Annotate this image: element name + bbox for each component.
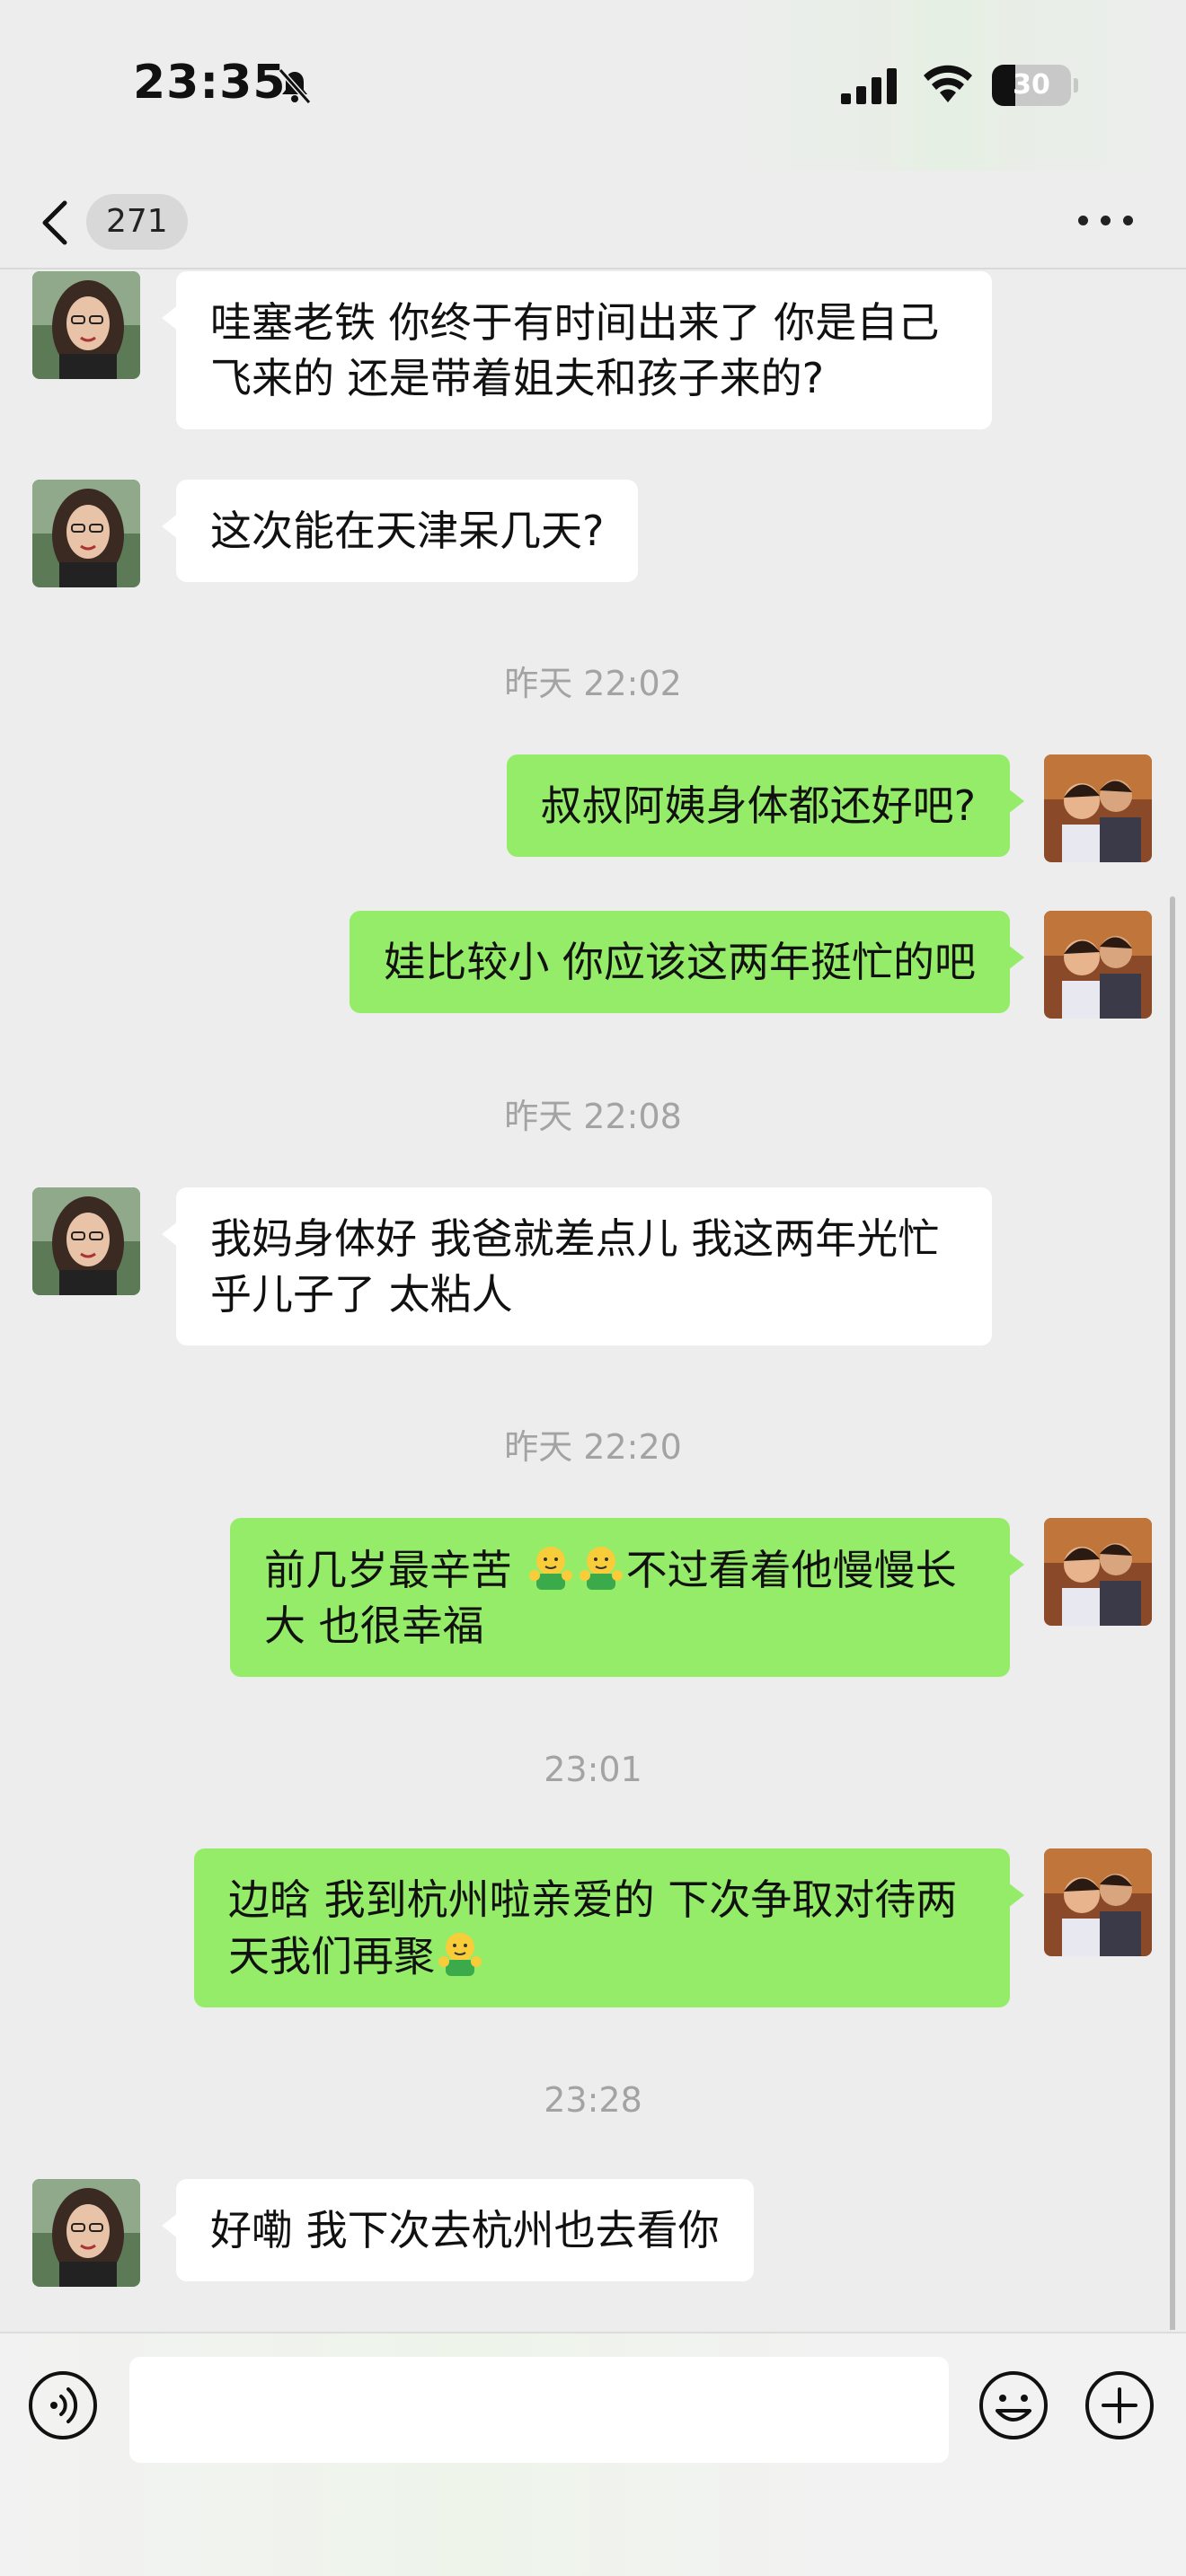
incoming-message[interactable]: 这次能在天津呆几天? bbox=[161, 480, 639, 582]
my-avatar[interactable] bbox=[1044, 754, 1152, 862]
hug-emoji-icon bbox=[579, 1547, 623, 1590]
contact-avatar[interactable] bbox=[32, 271, 140, 379]
my-avatar[interactable] bbox=[1044, 1518, 1152, 1626]
outgoing-message[interactable]: 叔叔阿姨身体都还好吧? bbox=[506, 754, 1025, 857]
hug-emoji-icon bbox=[438, 1933, 482, 1976]
timestamp: 昨天 22:20 bbox=[504, 1427, 682, 1467]
incoming-message[interactable]: 好嘞 我下次去杭州也去看你 bbox=[162, 2179, 754, 2281]
status-bar: 23:35 30 bbox=[0, 0, 1186, 171]
more-options-button[interactable] bbox=[1075, 203, 1137, 239]
chat-header: 271 bbox=[0, 171, 1186, 269]
contact-avatar[interactable] bbox=[32, 1187, 140, 1295]
message-list[interactable]: 哇塞老铁 你终于有时间出来了 你是自己飞来的 还是带着姐夫和孩子来的? 这次能在… bbox=[0, 271, 1186, 2330]
message-text: 前几岁最辛苦 bbox=[264, 1546, 526, 1594]
battery-level-text: 30 bbox=[1013, 69, 1050, 101]
back-button[interactable]: 271 bbox=[34, 187, 188, 255]
ellipsis-icon bbox=[1078, 216, 1088, 225]
outgoing-message[interactable]: 前几岁最辛苦 不过看着他慢慢长大 也很幸福 bbox=[230, 1518, 1024, 1677]
timestamp: 昨天 22:08 bbox=[504, 1097, 682, 1136]
wifi-icon bbox=[924, 65, 972, 102]
outgoing-message[interactable]: 娃比较小 你应该这两年挺忙的吧 bbox=[350, 911, 1024, 1013]
message-input[interactable] bbox=[129, 2357, 949, 2463]
outgoing-message[interactable]: 边晗 我到杭州啦亲爱的 下次争取对待两天我们再聚 bbox=[194, 1848, 1024, 2007]
incoming-message[interactable]: 哇塞老铁 你终于有时间出来了 你是自己飞来的 还是带着姐夫和孩子来的? bbox=[162, 271, 992, 429]
emoji-icon[interactable] bbox=[978, 2369, 1049, 2441]
chevron-left-icon bbox=[42, 200, 67, 245]
bell-muted-icon bbox=[278, 68, 312, 104]
input-bar bbox=[0, 2332, 1186, 2576]
timestamp: 23:28 bbox=[544, 2080, 642, 2120]
unread-count-badge: 271 bbox=[86, 194, 188, 250]
battery-icon: 30 bbox=[992, 65, 1078, 106]
plus-icon[interactable] bbox=[1084, 2369, 1155, 2441]
status-time: 23:35 bbox=[133, 56, 287, 110]
timestamp: 昨天 22:02 bbox=[504, 664, 682, 703]
voice-icon[interactable] bbox=[27, 2369, 99, 2441]
contact-avatar[interactable] bbox=[32, 2179, 140, 2287]
hug-emoji-icon bbox=[528, 1547, 572, 1590]
timestamp: 23:01 bbox=[544, 1750, 642, 1789]
my-avatar[interactable] bbox=[1044, 1848, 1152, 1956]
my-avatar[interactable] bbox=[1044, 911, 1152, 1019]
contact-avatar[interactable] bbox=[32, 480, 140, 587]
message-text: 边晗 我到杭州啦亲爱的 下次争取对待两天我们再聚 bbox=[228, 1875, 958, 1981]
incoming-message[interactable]: 我妈身体好 我爸就差点儿 我这两年光忙乎儿子了 太粘人 bbox=[162, 1187, 992, 1345]
cellular-signal-icon bbox=[841, 68, 897, 104]
